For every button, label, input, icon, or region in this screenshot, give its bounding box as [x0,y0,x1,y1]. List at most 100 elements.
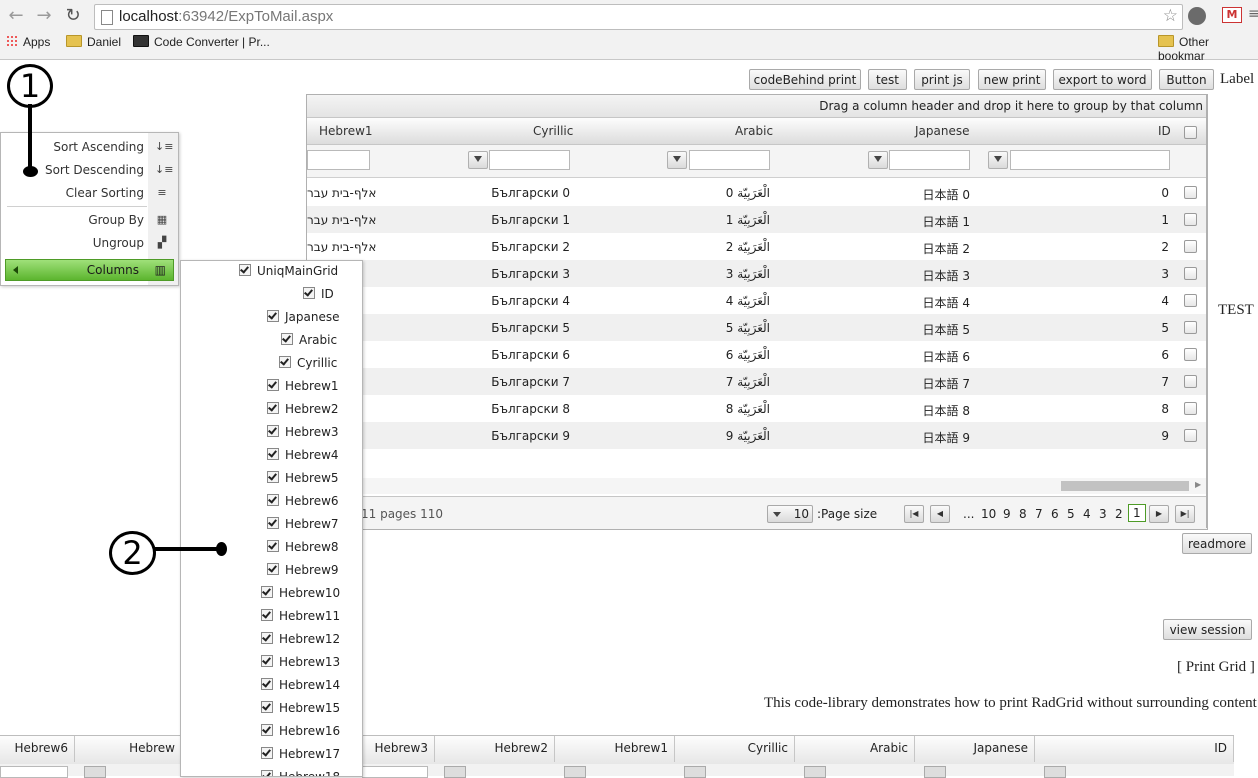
row-select-checkbox[interactable] [1184,375,1197,388]
prev-page-icon[interactable]: ◀ [930,505,950,523]
row-select-checkbox[interactable] [1184,429,1197,442]
filter-input-hebrew1[interactable] [307,150,370,170]
checkbox-checked-icon[interactable] [267,448,279,460]
menu-columns[interactable]: Columns ▥ [5,259,174,281]
column-toggle-item[interactable]: Hebrew1 [267,379,339,399]
bookmark-daniel[interactable]: Daniel [66,35,121,49]
page-number[interactable]: 5 [1067,507,1075,521]
scrollbar-thumb[interactable] [1061,481,1189,491]
checkbox-checked-icon[interactable] [261,724,273,736]
print-js-button[interactable]: print js [914,69,970,90]
column-toggle-item[interactable]: Hebrew2 [267,402,339,422]
header-cyrillic[interactable]: Cyrillic [533,124,573,138]
column-toggle-item[interactable]: Arabic [281,333,337,353]
menu-ungroup[interactable]: Ungroup ▞ [1,232,178,254]
header-hebrew1[interactable]: Hebrew1 [319,124,373,138]
page-number[interactable]: 7 [1035,507,1043,521]
checkbox-checked-icon[interactable] [261,701,273,713]
bookmark-apps[interactable]: Apps [6,35,50,49]
bottom-header-japanese[interactable]: Japanese [915,736,1035,762]
bottom-header-id[interactable]: ID [1035,736,1234,762]
bookmark-star-icon[interactable]: ☆ [1163,6,1178,26]
menu-clear-sorting[interactable]: Clear Sorting ≡ [1,182,178,204]
checkbox-checked-icon[interactable] [281,333,293,345]
checkbox-checked-icon[interactable] [303,287,315,299]
bottom-header-hebrew3[interactable]: Hebrew3 [362,736,435,762]
readmore-button[interactable]: readmore [1182,533,1252,554]
checkbox-checked-icon[interactable] [267,310,279,322]
select-all-checkbox[interactable] [1184,126,1197,139]
column-toggle-item[interactable]: Hebrew4 [267,448,339,468]
address-bar[interactable]: localhost:63942/ExpToMail.aspx ☆ [94,4,1183,30]
column-toggle-item[interactable]: Hebrew5 [267,471,339,491]
bottom-header-cyrillic[interactable]: Cyrillic [675,736,795,762]
checkbox-checked-icon[interactable] [261,609,273,621]
filter-icon[interactable] [1044,766,1066,778]
filter-icon[interactable] [988,151,1008,169]
checkbox-checked-icon[interactable] [261,770,273,776]
row-select-checkbox[interactable] [1184,348,1197,361]
column-toggle-item[interactable]: Cyrillic [279,356,337,376]
column-toggle-item[interactable]: Hebrew12 [261,632,340,652]
header-id[interactable]: ID [1158,124,1171,138]
header-arabic[interactable]: Arabic [735,124,773,138]
page-size-dropdown[interactable]: 10 [767,505,813,523]
filter-input[interactable] [362,766,428,778]
checkbox-checked-icon[interactable] [267,471,279,483]
table-row[interactable]: אלף-בית עבר Български 1 1 الْعَرَبِيّة 日本語 … [307,206,1207,233]
table-row[interactable]: אБългарски 88 الْعَرَبِيّة日本語 88 [307,395,1207,422]
row-select-checkbox[interactable] [1184,321,1197,334]
table-row[interactable]: אБългарски 55 الْعَرَبِيّة日本語 55 [307,314,1207,341]
current-page-number[interactable]: 1 [1128,504,1146,522]
row-select-checkbox[interactable] [1184,186,1197,199]
back-arrow-icon[interactable]: ← [6,6,26,26]
checkbox-checked-icon[interactable] [261,655,273,667]
bookmark-other[interactable]: Other bookmar [1158,35,1258,63]
new-print-button[interactable]: new print [978,69,1046,90]
filter-input-arabic[interactable] [689,150,770,170]
horizontal-scrollbar[interactable]: ▶ [307,478,1207,494]
filter-icon[interactable] [468,151,488,169]
checkbox-checked-icon[interactable] [239,264,251,276]
bottom-header-hebrew1[interactable]: Hebrew1 [555,736,675,762]
row-select-checkbox[interactable] [1184,402,1197,415]
column-toggle-item[interactable]: Hebrew9 [267,563,339,583]
checkbox-checked-icon[interactable] [267,540,279,552]
checkbox-checked-icon[interactable] [267,517,279,529]
page-number[interactable]: 3 [1099,507,1107,521]
column-toggle-item[interactable]: ID [303,287,334,307]
filter-input[interactable] [0,766,68,778]
checkbox-checked-icon[interactable] [267,494,279,506]
table-row[interactable]: אБългарски 33 الْعَرَبِيّة日本語 33 [307,260,1207,287]
menu-group-by[interactable]: Group By ▦ [1,209,178,231]
filter-icon[interactable] [84,766,106,778]
last-page-icon[interactable]: ▶| [1175,505,1195,523]
table-row[interactable]: אБългарски 44 الْعَرَبِيّة日本語 44 [307,287,1207,314]
checkbox-checked-icon[interactable] [279,356,291,368]
export-to-word-button[interactable]: export to word [1053,69,1152,90]
bottom-header-hebrew[interactable]: Hebrew [75,736,182,762]
reload-icon[interactable]: ↻ [63,6,83,26]
filter-icon[interactable] [924,766,946,778]
bookmark-code-converter[interactable]: Code Converter | Pr... [133,35,270,49]
scroll-right-arrow-icon[interactable]: ▶ [1195,480,1201,489]
filter-input-cyrillic[interactable] [489,150,570,170]
table-row[interactable]: אלף-בית עבר Български 2 2 الْعَرَبِيّة 日本語 … [307,233,1207,260]
checkbox-checked-icon[interactable] [261,747,273,759]
test-button[interactable]: test [868,69,907,90]
first-page-icon[interactable]: |◀ [904,505,924,523]
menu-icon[interactable]: ≡ [1248,6,1258,24]
page-number[interactable]: 9 [1003,507,1011,521]
checkbox-checked-icon[interactable] [267,402,279,414]
column-toggle-item[interactable]: Hebrew16 [261,724,340,744]
row-select-checkbox[interactable] [1184,240,1197,253]
page-number[interactable]: ... [963,507,974,521]
row-select-checkbox[interactable] [1184,267,1197,280]
filter-icon[interactable] [804,766,826,778]
page-number[interactable]: 4 [1083,507,1091,521]
row-select-checkbox[interactable] [1184,213,1197,226]
column-toggle-item[interactable]: Hebrew3 [267,425,339,445]
row-select-checkbox[interactable] [1184,294,1197,307]
column-toggle-item[interactable]: Japanese [267,310,340,330]
table-row[interactable]: אБългарски 66 الْعَرَبِيّة日本語 66 [307,341,1207,368]
